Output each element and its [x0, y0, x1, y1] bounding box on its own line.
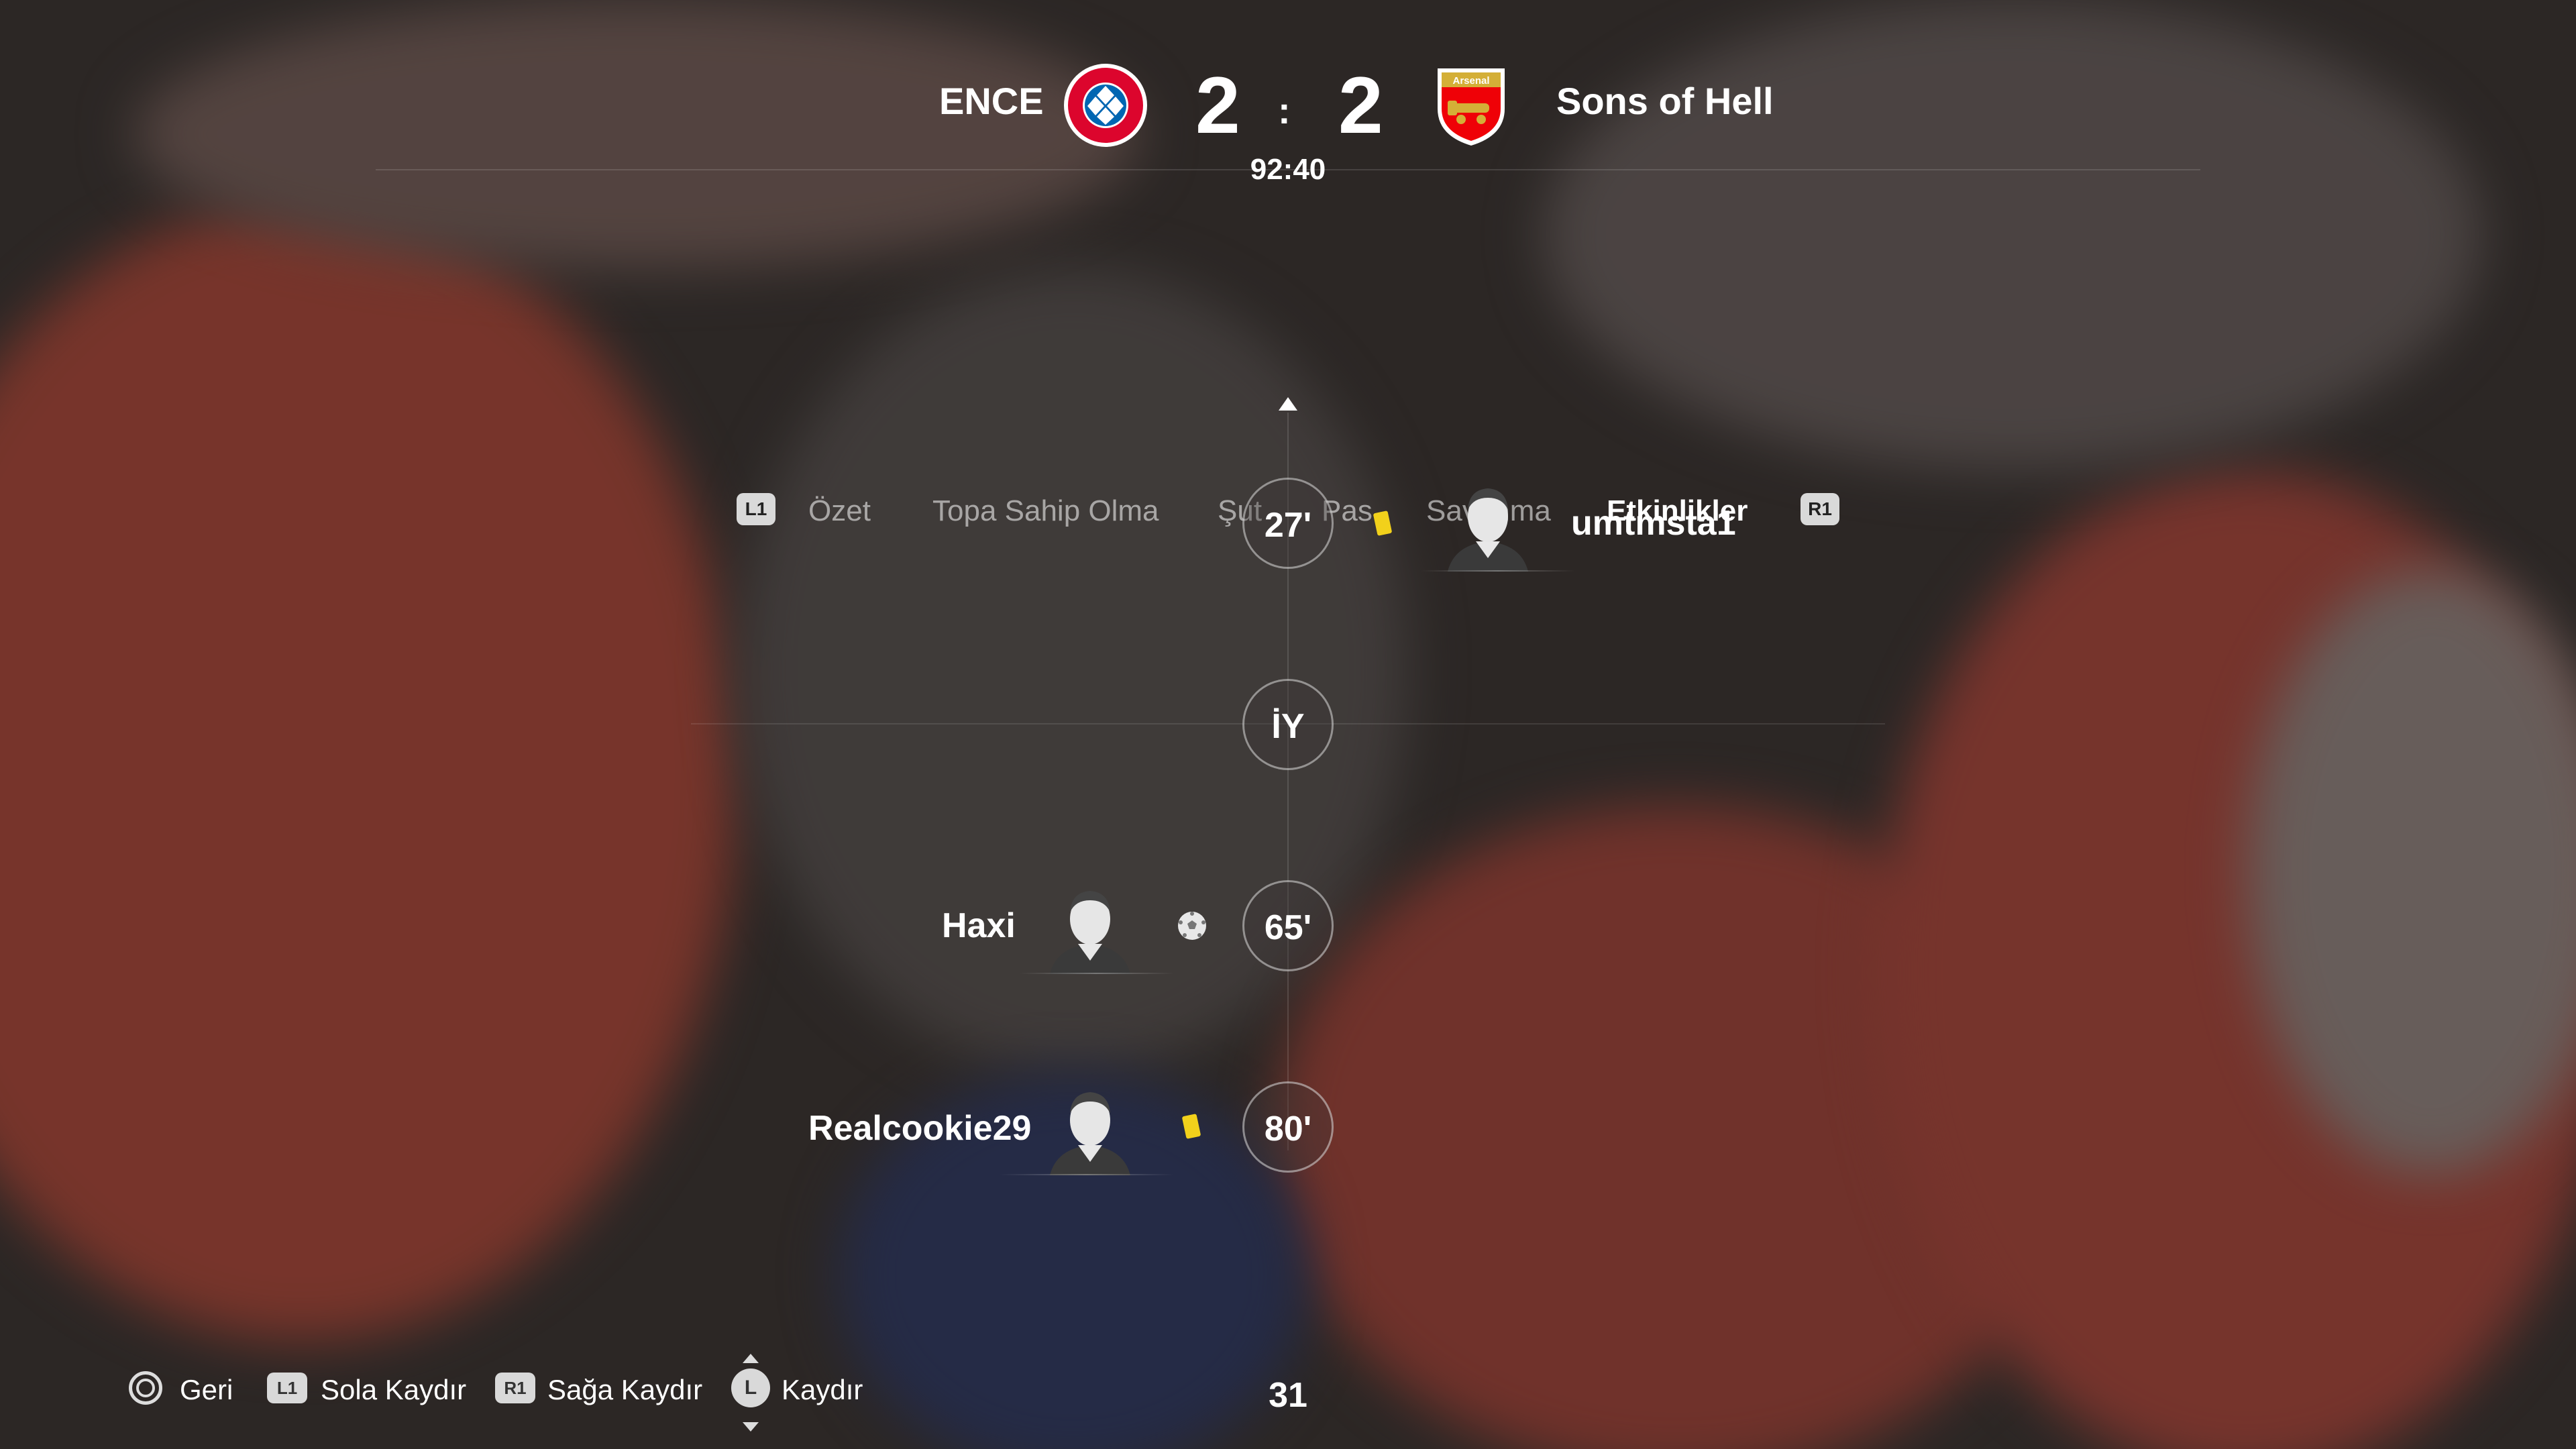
- away-team-name: Sons of Hell: [1556, 80, 1774, 122]
- scoreboard-divider: [376, 169, 2200, 170]
- event-minute-badge: 80': [1242, 1081, 1334, 1173]
- event-minute-badge: 65': [1242, 880, 1334, 971]
- tab-possession[interactable]: Topa Sahip Olma: [932, 494, 1159, 528]
- event-minute-badge: 27': [1242, 478, 1334, 569]
- l1-button-icon[interactable]: L1: [737, 493, 775, 525]
- scoreboard: ENCE 2 : 2 Arsenal Sons of Hell 92:40: [0, 0, 2576, 201]
- r1-button-icon[interactable]: R1: [1801, 493, 1839, 525]
- score-separator: :: [1278, 89, 1291, 131]
- player-silhouette-icon: [1448, 488, 1528, 572]
- stick-down-arrow-icon: [743, 1422, 759, 1432]
- home-team-name: ENCE: [939, 80, 1044, 122]
- player-silhouette-icon: [1050, 1092, 1130, 1175]
- event-player-name: Realcookie29: [808, 1109, 1032, 1148]
- tab-summary[interactable]: Özet: [808, 494, 871, 528]
- player-silhouette-icon: [1050, 891, 1130, 974]
- away-score: 2: [1338, 60, 1383, 150]
- svg-text:Arsenal: Arsenal: [1452, 75, 1489, 87]
- bayern-crest-icon: [1064, 64, 1147, 147]
- stick-up-arrow-icon: [743, 1354, 759, 1363]
- event-player-name: umtmsta1: [1571, 504, 1736, 543]
- stats-tab-bar: L1 Özet Topa Sahip Olma Şut Pas Savunma …: [0, 245, 2576, 527]
- halftime-badge: İY: [1242, 679, 1334, 770]
- arsenal-crest-icon: Arsenal: [1438, 68, 1505, 146]
- event-player-name: Haxi: [942, 906, 1016, 945]
- goal-ball-icon: [1178, 912, 1206, 940]
- home-score: 2: [1195, 60, 1240, 150]
- page-number: 31: [1269, 1376, 1307, 1415]
- scroll-up-arrow-icon[interactable]: [1279, 397, 1297, 411]
